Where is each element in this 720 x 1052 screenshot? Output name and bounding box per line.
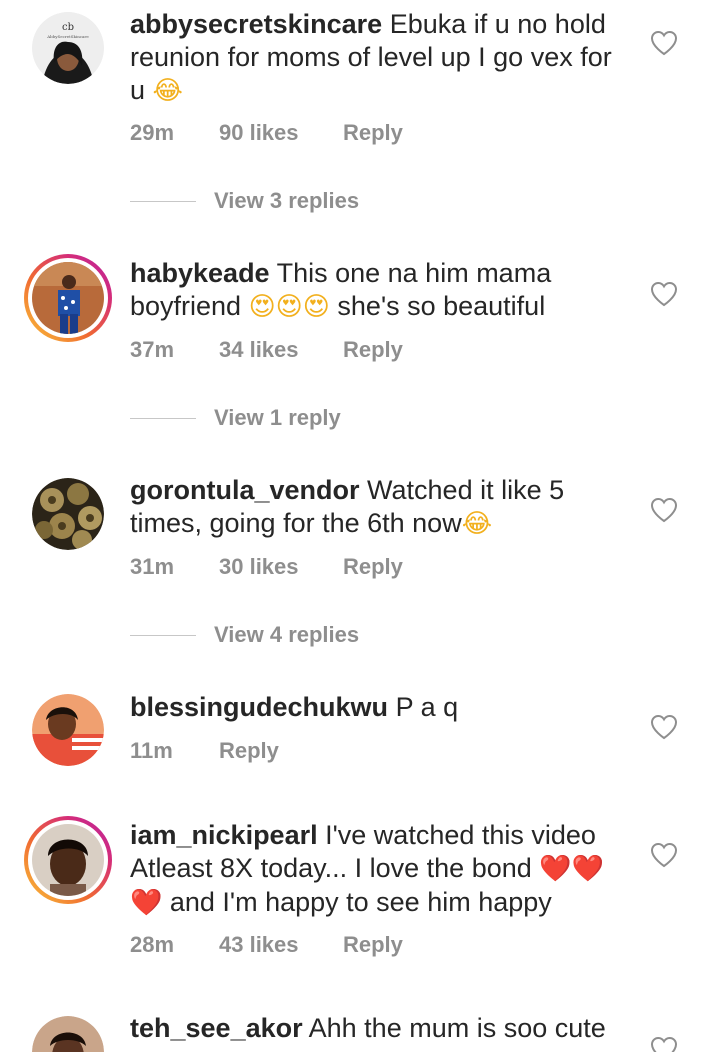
avatar-image [32,824,104,896]
avatar-image [32,478,104,550]
comment-text: habykeade This one na him mama boyfriend… [130,257,630,324]
avatar[interactable] [32,478,104,550]
comment-text: abbysecretskincare Ebuka if u no hold re… [130,8,630,108]
avatar[interactable] [24,254,112,342]
red-heart-emoji: ❤️❤️ [539,854,605,884]
reply-button[interactable]: Reply [343,120,403,146]
comment-text: teh_see_akor Ahh the mum is soo cute [130,1012,630,1045]
view-replies-button[interactable]: View 4 replies [130,622,359,648]
view-replies-button[interactable]: View 1 reply [130,405,341,431]
comment-message: P a q [395,692,459,722]
reply-button[interactable]: Reply [343,337,403,363]
avatar[interactable] [24,816,112,904]
comment-meta: 29m 90 likes Reply [130,120,403,146]
svg-text:cb: cb [62,22,74,33]
comment-message-end: she's so beautiful [329,291,546,321]
comment-meta: 28m 43 likes Reply [130,932,403,958]
heart-outline-icon[interactable] [650,1036,678,1052]
heart-outline-icon[interactable] [650,497,678,523]
avatar[interactable] [32,1016,104,1052]
comment-message: Ahh the mum is soo cute [308,1013,606,1043]
comment-likes-count[interactable]: 90 likes [219,120,343,146]
red-heart-emoji: ❤️ [130,888,163,918]
heart-outline-icon[interactable] [650,714,678,740]
comment-text: iam_nickipearl I've watched this video A… [130,819,630,920]
avatar-image [32,694,104,766]
laughing-emoji: 😂 [461,509,493,539]
divider [130,200,196,202]
svg-text:AbbySecretSkincare: AbbySecretSkincare [46,34,89,39]
view-replies-button[interactable]: View 3 replies [130,188,359,214]
laughing-emoji: 😂 [152,76,183,106]
view-replies-label: View 3 replies [214,188,360,213]
comment-time: 29m [130,120,175,145]
comment-username[interactable]: iam_nickipearl [130,820,318,850]
comment-meta: 31m 30 likes Reply [130,554,403,580]
reply-button[interactable]: Reply [343,554,403,580]
avatar-image [32,1016,104,1052]
comment-time: 11m [130,738,173,763]
comment-time: 28m [130,932,175,957]
comment-text: gorontula_vendor Watched it like 5 times… [130,474,630,541]
comment-likes-count[interactable]: 43 likes [219,932,343,958]
comment-likes-count[interactable]: 34 likes [219,337,343,363]
avatar[interactable]: cb AbbySecretSkincare [32,12,104,84]
avatar[interactable] [32,694,104,766]
comment-meta: 37m 34 likes Reply [130,337,403,363]
view-replies-label: View 4 replies [214,622,360,647]
heart-eyes-emoji: 😍😍😍 [248,292,330,322]
comment-username[interactable]: teh_see_akor [130,1013,303,1043]
avatar-image: cb AbbySecretSkincare [32,12,104,84]
comment-username[interactable]: gorontula_vendor [130,475,360,505]
reply-button[interactable]: Reply [343,932,403,958]
divider [130,417,196,419]
comment-meta: 11m Reply [130,738,279,764]
comment-message-end: and I'm happy to see him happy [162,887,552,917]
comment-username[interactable]: blessingudechukwu [130,692,388,722]
heart-outline-icon[interactable] [650,30,678,56]
avatar-image [32,262,104,334]
comment-likes-count[interactable]: 30 likes [219,554,343,580]
heart-outline-icon[interactable] [650,842,678,868]
reply-button[interactable]: Reply [219,738,279,764]
view-replies-label: View 1 reply [214,405,341,430]
divider [130,634,196,636]
heart-outline-icon[interactable] [650,281,678,307]
comment-username[interactable]: abbysecretskincare [130,9,382,39]
comment-username[interactable]: habykeade [130,258,270,288]
comment-text: blessingudechukwu P a q [130,691,630,724]
comment-time: 37m [130,337,175,362]
comment-time: 31m [130,554,175,579]
